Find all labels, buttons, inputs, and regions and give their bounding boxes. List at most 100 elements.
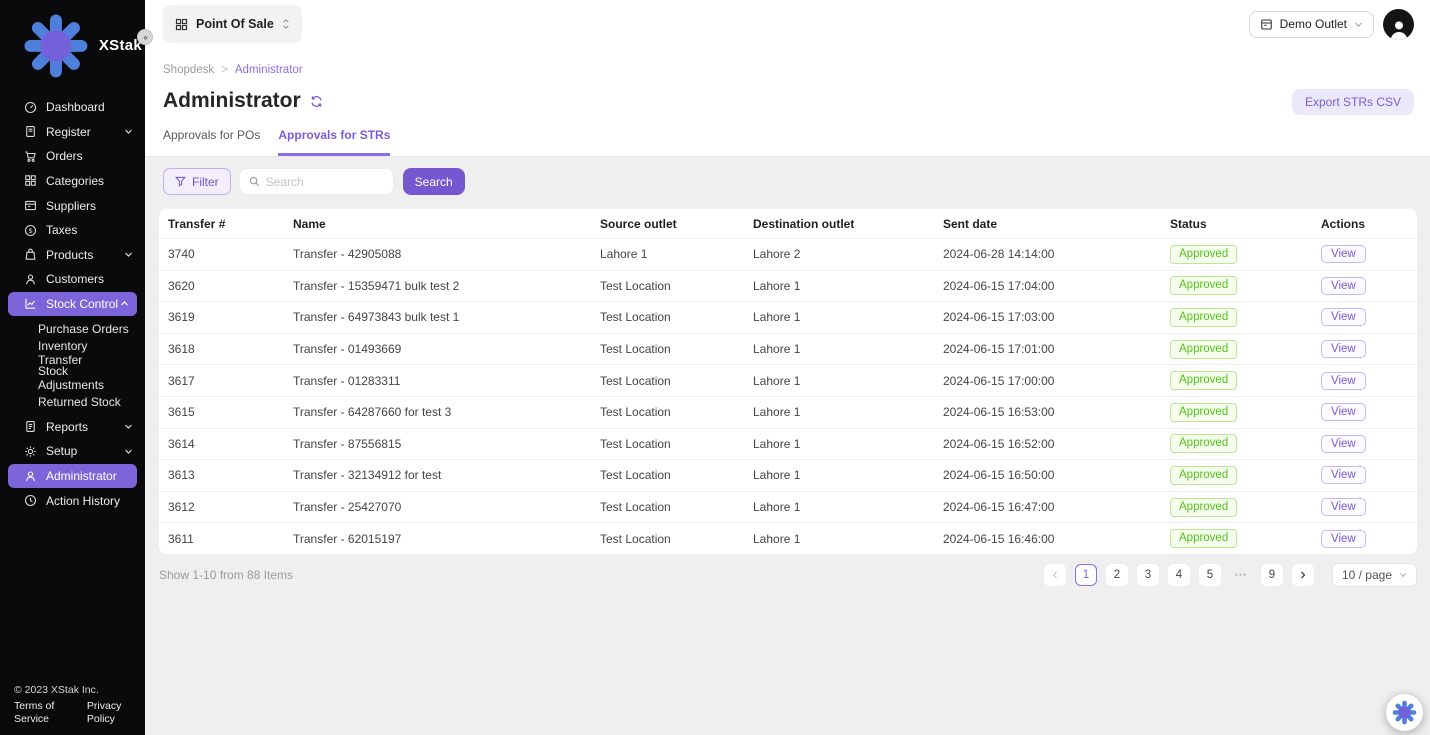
status-badge: Approved — [1170, 498, 1237, 517]
sidebar-item-products[interactable]: Products — [0, 242, 145, 267]
sidebar-item-categories[interactable]: Categories — [0, 169, 145, 194]
sidebar-item-dashboard[interactable]: Dashboard — [0, 95, 145, 120]
refresh-icon[interactable] — [310, 95, 323, 108]
pagination-summary: Show 1-10 from 88 Items — [159, 568, 293, 582]
cell-sent: 2024-06-15 16:52:00 — [943, 437, 1170, 451]
status-badge: Approved — [1170, 529, 1237, 548]
help-widget-button[interactable] — [1386, 694, 1423, 731]
column-header-destination-outlet: Destination outlet — [753, 217, 943, 231]
sidebar-item-administrator[interactable]: Administrator — [8, 464, 137, 489]
sidebar-item-inventory-transfer[interactable]: Inventory Transfer — [0, 341, 145, 366]
outlet-selector[interactable]: Demo Outlet — [1249, 11, 1374, 38]
sidebar-item-reports[interactable]: Reports — [0, 415, 145, 440]
sidebar-item-label: Products — [46, 248, 93, 262]
cell-destination: Lahore 1 — [753, 310, 943, 324]
sidebar-item-setup[interactable]: Setup — [0, 439, 145, 464]
sidebar-item-taxes[interactable]: $Taxes — [0, 218, 145, 243]
sidebar-item-register[interactable]: Register — [0, 119, 145, 144]
sidebar-item-suppliers[interactable]: Suppliers — [0, 193, 145, 218]
tab-approvals-for-strs[interactable]: Approvals for STRs — [278, 128, 390, 156]
page-size-select[interactable]: 10 / page — [1332, 563, 1417, 587]
sidebar-item-returned-stock[interactable]: Returned Stock — [0, 390, 145, 415]
cell-status: Approved — [1170, 529, 1321, 548]
cell-transfer: 3620 — [168, 279, 293, 293]
outlet-selector-label: Demo Outlet — [1280, 17, 1347, 31]
cell-sent: 2024-06-15 17:01:00 — [943, 342, 1170, 356]
pagination-page-3[interactable]: 3 — [1137, 564, 1159, 586]
tab-approvals-for-pos[interactable]: Approvals for POs — [163, 128, 260, 156]
setup-icon — [24, 445, 37, 458]
cell-actions: View — [1321, 340, 1417, 358]
cell-source: Test Location — [600, 500, 753, 514]
pagination-page-4[interactable]: 4 — [1168, 564, 1190, 586]
cell-status: Approved — [1170, 308, 1321, 327]
breadcrumb-current[interactable]: Administrator — [235, 64, 303, 76]
view-button[interactable]: View — [1321, 372, 1366, 390]
dashboard-icon — [24, 101, 37, 114]
cell-source: Test Location — [600, 279, 753, 293]
column-header-status: Status — [1170, 217, 1321, 231]
toolbar: Filter Search — [163, 168, 1417, 195]
breadcrumb-root[interactable]: Shopdesk — [163, 64, 214, 76]
xstak-logo: XStak — [0, 0, 145, 90]
table-row: 3611Transfer - 62015197Test LocationLaho… — [159, 522, 1417, 554]
cell-destination: Lahore 1 — [753, 279, 943, 293]
export-strs-csv-button[interactable]: Export STRs CSV — [1292, 89, 1414, 115]
view-button[interactable]: View — [1321, 498, 1366, 516]
view-button[interactable]: View — [1321, 245, 1366, 263]
cell-actions: View — [1321, 466, 1417, 484]
search-icon — [249, 176, 260, 187]
status-badge: Approved — [1170, 434, 1237, 453]
chevron-down-icon — [124, 422, 133, 431]
sidebar-item-action-history[interactable]: Action History — [0, 488, 145, 513]
sidebar-collapse-button[interactable]: ‹› — [137, 29, 153, 45]
sidebar-item-orders[interactable]: Orders — [0, 144, 145, 169]
view-button[interactable]: View — [1321, 530, 1366, 548]
sidebar-nav: Dashboard Register OrdersCategoriesSupplie… — [0, 95, 145, 513]
cell-source: Lahore 1 — [600, 247, 753, 261]
page-size-label: 10 / page — [1342, 568, 1392, 582]
sidebar-item-customers[interactable]: Customers — [0, 267, 145, 292]
user-avatar[interactable] — [1383, 9, 1414, 40]
table-row: 3740Transfer - 42905088Lahore 1Lahore 22… — [159, 238, 1417, 270]
cell-sent: 2024-06-28 14:14:00 — [943, 247, 1170, 261]
pagination: Show 1-10 from 88 Items 12345 ••• 9 — [159, 563, 1417, 587]
sidebar-item-stock-control[interactable]: Stock Control — [8, 292, 137, 317]
pagination-ellipsis: ••• — [1230, 564, 1252, 586]
privacy-policy-link[interactable]: Privacy Policy — [87, 700, 137, 726]
view-button[interactable]: View — [1321, 340, 1366, 358]
view-button[interactable]: View — [1321, 403, 1366, 421]
caret-updown-icon — [282, 18, 290, 30]
pagination-prev-button[interactable] — [1044, 564, 1066, 586]
view-button[interactable]: View — [1321, 466, 1366, 484]
pagination-next-button[interactable] — [1292, 564, 1314, 586]
sidebar-item-label: Register — [46, 125, 91, 139]
sidebar-item-purchase-orders[interactable]: Purchase Orders — [0, 316, 145, 341]
xstak-asterisk-icon — [20, 10, 92, 82]
filter-button[interactable]: Filter — [163, 168, 231, 195]
app-selector-label: Point Of Sale — [196, 17, 274, 31]
search-input[interactable] — [266, 175, 384, 189]
app-selector[interactable]: Point Of Sale — [163, 5, 302, 43]
status-badge: Approved — [1170, 371, 1237, 390]
content-area: Filter Search Transfer #NameSource outle… — [145, 157, 1430, 735]
terms-of-service-link[interactable]: Terms of Service — [14, 700, 74, 726]
table-row: 3612Transfer - 25427070Test LocationLaho… — [159, 491, 1417, 523]
pagination-page-2[interactable]: 2 — [1106, 564, 1128, 586]
view-button[interactable]: View — [1321, 308, 1366, 326]
pagination-page-5[interactable]: 5 — [1199, 564, 1221, 586]
pagination-page-9[interactable]: 9 — [1261, 564, 1283, 586]
view-button[interactable]: View — [1321, 435, 1366, 453]
pagination-pages: 12345 ••• 9 10 / page — [1044, 563, 1417, 587]
cell-name: Transfer - 25427070 — [293, 500, 600, 514]
view-button[interactable]: View — [1321, 277, 1366, 295]
pagination-page-1[interactable]: 1 — [1075, 564, 1097, 586]
sidebar-item-label: Stock Adjustments — [38, 364, 133, 392]
cell-transfer: 3618 — [168, 342, 293, 356]
search-button[interactable]: Search — [403, 168, 465, 195]
cell-status: Approved — [1170, 276, 1321, 295]
tabs: Approvals for POs Approvals for STRs — [163, 128, 1414, 156]
sidebar-item-stock-adjustments[interactable]: Stock Adjustments — [0, 365, 145, 390]
action-history-icon — [24, 494, 37, 507]
table-row: 3617Transfer - 01283311Test LocationLaho… — [159, 364, 1417, 396]
